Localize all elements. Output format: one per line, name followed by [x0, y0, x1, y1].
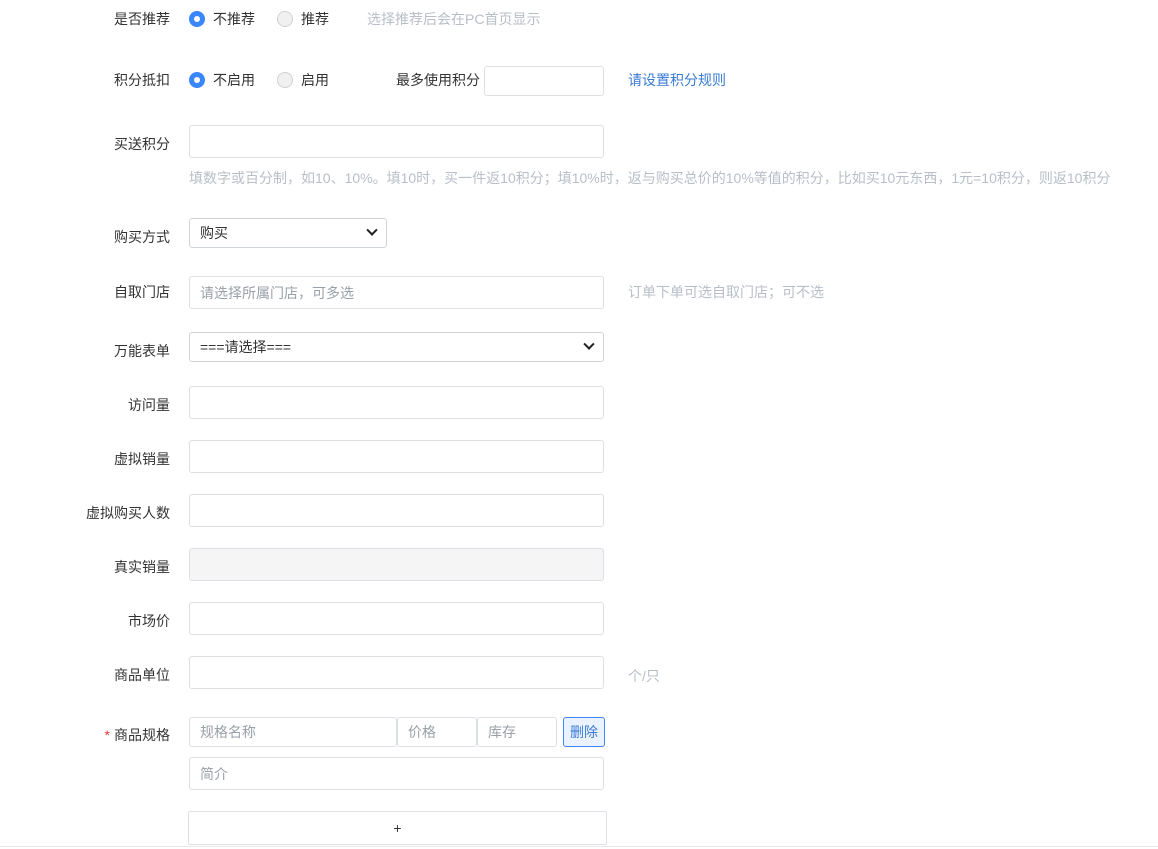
virtual-sales-label: 虚拟销量	[114, 451, 170, 467]
views-input[interactable]	[189, 386, 604, 419]
market-price-label: 市场价	[128, 613, 170, 629]
add-spec-button[interactable]: +	[188, 811, 607, 845]
spec-stock-input[interactable]	[477, 717, 557, 747]
universal-form-select[interactable]: ===请选择===	[189, 332, 604, 362]
spec-label-wrap: * 商品规格	[105, 725, 170, 745]
chevron-down-icon	[583, 338, 595, 350]
radio-unchecked-icon	[277, 11, 293, 27]
virtual-sales-input[interactable]	[189, 440, 604, 473]
real-sales-label: 真实销量	[114, 559, 170, 575]
unit-input[interactable]	[189, 656, 604, 689]
gift-points-input[interactable]	[189, 125, 604, 158]
pickup-store-input[interactable]	[189, 276, 604, 309]
recommend-label: 是否推荐	[114, 11, 170, 27]
spec-label: 商品规格	[114, 727, 170, 743]
unit-hint: 个/只	[628, 668, 660, 684]
max-points-input[interactable]	[484, 66, 604, 96]
unit-label: 商品单位	[114, 667, 170, 683]
purchase-method-value: 购买	[200, 225, 228, 241]
real-sales-input	[189, 548, 604, 581]
radio-unchecked-icon	[277, 72, 293, 88]
universal-form-value: ===请选择===	[200, 339, 292, 355]
recommend-yes-label: 推荐	[301, 11, 329, 27]
recommend-hint: 选择推荐后会在PC首页显示	[367, 11, 541, 27]
radio-checked-icon	[189, 72, 205, 88]
required-mark: *	[104, 727, 110, 743]
spec-delete-button[interactable]: 删除	[563, 717, 605, 747]
points-deduct-on-radio[interactable]: 启用	[277, 70, 329, 90]
gift-points-label: 买送积分	[114, 136, 170, 152]
chevron-down-icon	[366, 224, 378, 236]
purchase-method-select[interactable]: 购买	[189, 218, 387, 248]
spec-name-input[interactable]	[189, 717, 397, 747]
virtual-buyers-label: 虚拟购买人数	[86, 505, 170, 521]
gift-points-hint: 填数字或百分制，如10、10%。填10时，买一件返10积分；填10%时，返与购买…	[189, 170, 1111, 186]
virtual-buyers-input[interactable]	[189, 494, 604, 527]
views-label: 访问量	[128, 397, 170, 413]
pickup-store-label: 自取门店	[114, 284, 170, 300]
radio-checked-icon	[189, 11, 205, 27]
purchase-method-label: 购买方式	[114, 229, 170, 245]
recommend-no-radio[interactable]: 不推荐	[189, 9, 255, 29]
spec-intro-input[interactable]	[189, 757, 604, 790]
points-deduct-off-label: 不启用	[213, 72, 255, 88]
points-deduct-label: 积分抵扣	[114, 72, 170, 88]
recommend-yes-radio[interactable]: 推荐	[277, 9, 329, 29]
bottom-divider	[0, 846, 1158, 847]
pickup-store-hint: 订单下单可选自取门店；可不选	[628, 284, 824, 300]
market-price-input[interactable]	[189, 602, 604, 635]
points-deduct-off-radio[interactable]: 不启用	[189, 70, 255, 90]
max-points-label: 最多使用积分	[396, 72, 480, 88]
universal-form-label: 万能表单	[114, 343, 170, 359]
points-rules-link[interactable]: 请设置积分规则	[628, 70, 726, 90]
spec-price-input[interactable]	[397, 717, 477, 747]
recommend-no-label: 不推荐	[213, 11, 255, 27]
points-deduct-on-label: 启用	[301, 72, 329, 88]
